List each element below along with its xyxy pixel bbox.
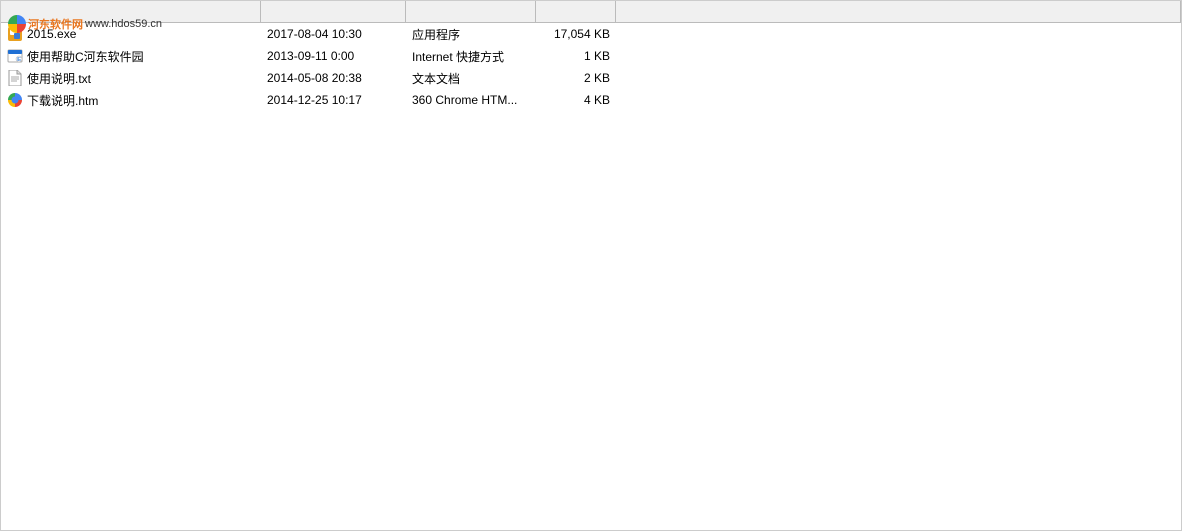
file-icon — [7, 92, 23, 108]
file-name: 使用帮助C河东软件园 — [27, 48, 144, 65]
file-type: 文本文档 — [412, 70, 460, 87]
file-size: 17,054 KB — [554, 27, 610, 41]
file-date-cell: 2014-05-08 20:38 — [261, 68, 406, 88]
file-name-cell: 使用说明.txt — [1, 68, 261, 88]
watermark-site-url: www.hdos59.cn — [85, 18, 162, 30]
file-explorer: 河东软件网 www.hdos59.cn 2015.exe — [0, 0, 1182, 531]
watermark-logo-icon — [8, 15, 26, 33]
file-extra-cell — [616, 68, 1181, 88]
file-date: 2014-12-25 10:17 — [267, 93, 362, 107]
url-icon: IE — [7, 48, 23, 64]
file-name: 使用说明.txt — [27, 70, 91, 87]
htm-icon — [7, 92, 23, 108]
file-icon: IE — [7, 48, 23, 64]
file-name-cell: 下载说明.htm — [1, 90, 261, 110]
file-date-cell: 2014-12-25 10:17 — [261, 90, 406, 110]
txt-icon — [8, 70, 22, 86]
col-header-extra — [616, 1, 1181, 22]
file-type-cell: 360 Chrome HTM... — [406, 90, 536, 110]
file-type: Internet 快捷方式 — [412, 48, 504, 65]
table-row[interactable]: 下载说明.htm 2014-12-25 10:17 360 Chrome HTM… — [1, 89, 1181, 111]
file-size-cell: 2 KB — [536, 68, 616, 88]
file-date-cell: 2017-08-04 10:30 — [261, 24, 406, 44]
col-header-date[interactable] — [261, 1, 406, 22]
table-body: 2015.exe 2017-08-04 10:30 应用程序 17,054 KB… — [1, 23, 1181, 111]
file-type: 360 Chrome HTM... — [412, 93, 517, 107]
file-size-cell: 17,054 KB — [536, 24, 616, 44]
file-size: 2 KB — [584, 71, 610, 85]
file-date: 2017-08-04 10:30 — [267, 27, 362, 41]
file-size-cell: 4 KB — [536, 90, 616, 110]
file-extra-cell — [616, 90, 1181, 110]
col-header-type[interactable] — [406, 1, 536, 22]
file-type: 应用程序 — [412, 26, 460, 43]
svg-text:IE: IE — [17, 57, 22, 63]
file-extra-cell — [616, 46, 1181, 66]
file-type-cell: 文本文档 — [406, 68, 536, 88]
watermark: 河东软件网 www.hdos59.cn — [8, 15, 162, 33]
table-row[interactable]: 使用说明.txt 2014-05-08 20:38 文本文档 2 KB — [1, 67, 1181, 89]
file-size: 1 KB — [584, 49, 610, 63]
file-date: 2014-05-08 20:38 — [267, 71, 362, 85]
table-row[interactable]: IE 使用帮助C河东软件园 2013-09-11 0:00 Internet 快… — [1, 45, 1181, 67]
table-row[interactable]: 2015.exe 2017-08-04 10:30 应用程序 17,054 KB — [1, 23, 1181, 45]
file-type-cell: 应用程序 — [406, 24, 536, 44]
file-type-cell: Internet 快捷方式 — [406, 46, 536, 66]
watermark-site-name: 河东软件网 — [28, 16, 83, 32]
file-date-cell: 2013-09-11 0:00 — [261, 46, 406, 66]
file-name-cell: IE 使用帮助C河东软件园 — [1, 46, 261, 66]
file-size-cell: 1 KB — [536, 46, 616, 66]
file-date: 2013-09-11 0:00 — [267, 49, 354, 63]
col-header-size[interactable] — [536, 1, 616, 22]
file-name: 下载说明.htm — [27, 92, 98, 109]
file-icon — [7, 70, 23, 86]
file-extra-cell — [616, 24, 1181, 44]
table-header — [1, 1, 1181, 23]
file-size: 4 KB — [584, 93, 610, 107]
